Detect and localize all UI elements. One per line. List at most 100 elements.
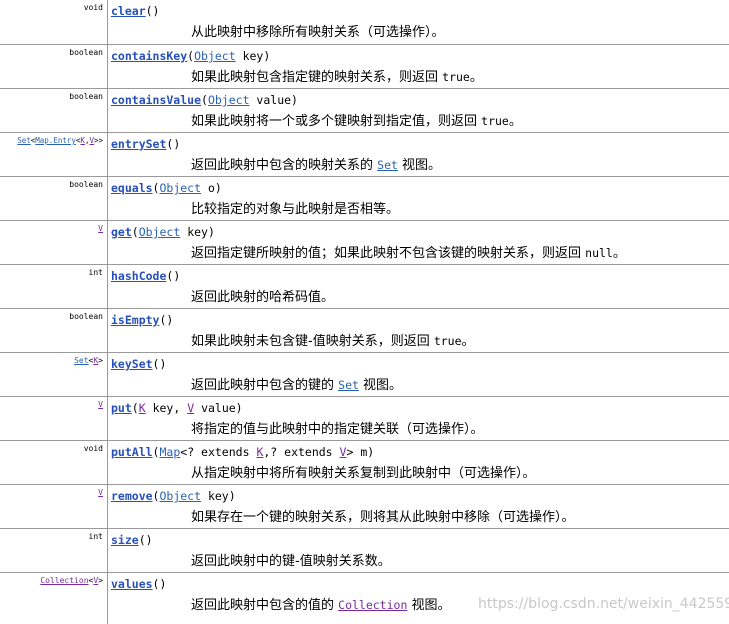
code-link-set[interactable]: Set (377, 158, 398, 172)
return-type: V (0, 221, 108, 264)
method-name-link[interactable]: size (111, 533, 139, 547)
param-type-link[interactable]: Object (159, 489, 201, 503)
type-text: >> (93, 136, 103, 145)
table-row: boolean isEmpty() 如果此映射未包含键-值映射关系，则返回 tr… (0, 309, 729, 353)
param-type-link[interactable]: Object (139, 225, 181, 239)
table-row: Set<Map.Entry<K,V>> entrySet() 返回此映射中包含的… (0, 133, 729, 177)
method-description: 返回指定键所映射的值；如果此映射不包含该键的映射关系，则返回 null。 (191, 242, 626, 261)
return-type: boolean (0, 89, 108, 132)
return-type: boolean (0, 309, 108, 352)
type-text: void (83, 444, 103, 453)
method-name-link[interactable]: equals (111, 181, 153, 195)
method-name-link[interactable]: get (111, 225, 132, 239)
type-text: > (98, 356, 103, 365)
return-type: void (0, 441, 108, 484)
code-literal: true (433, 334, 462, 348)
desc-text: 如果此映射包含指定键的映射关系，则返回 (191, 70, 443, 85)
return-type: V (0, 485, 108, 528)
code-link-collection[interactable]: Collection (338, 598, 407, 612)
method-signature: isEmpty() (111, 313, 173, 327)
param-type-link[interactable]: Object (208, 93, 250, 107)
table-row: V put(K key, V value) 将指定的值与此映射中的指定键关联（可… (0, 397, 729, 441)
type-text: int (88, 268, 103, 277)
type-link-collection[interactable]: Collection (40, 576, 88, 585)
return-type: Collection<V> (0, 573, 108, 624)
table-row: V remove(Object key) 如果存在一个键的映射关系，则将其从此映… (0, 485, 729, 529)
table-row: int hashCode() 返回此映射的哈希码值。 (0, 265, 729, 309)
method-signature: hashCode() (111, 269, 180, 283)
param-type-link-map[interactable]: Map (159, 445, 180, 459)
desc-text: 返回此映射中包含的映射关系的 (191, 158, 378, 173)
param-name: o) (201, 181, 222, 195)
method-name-link[interactable]: isEmpty (111, 313, 159, 327)
method-signature: put(K key, V value) (111, 401, 243, 415)
desc-text: 返回此映射中包含的值的 (191, 598, 339, 613)
table-row: boolean containsKey(Object key) 如果此映射包含指… (0, 45, 729, 89)
table-row: Set<K> keySet() 返回此映射中包含的键的 Set 视图。 (0, 353, 729, 397)
method-name-link[interactable]: containsValue (111, 93, 201, 107)
params: () (145, 4, 160, 18)
type-link-v[interactable]: V (98, 488, 103, 497)
method-description: 如果此映射未包含键-值映射关系，则返回 true。 (191, 330, 475, 349)
method-name-link[interactable]: entrySet (111, 137, 166, 151)
table-row: V get(Object key) 返回指定键所映射的值；如果此映射不包含该键的… (0, 221, 729, 265)
method-name-link[interactable]: put (111, 401, 132, 415)
table-row: int size() 返回此映射中的键-值映射关系数。 (0, 529, 729, 573)
desc-text: 返回此映射中包含的键的 (191, 378, 339, 393)
method-description: 返回此映射中包含的值的 Collection 视图。 (191, 594, 451, 613)
desc-end: 视图。 (407, 598, 451, 613)
method-name-link[interactable]: clear (111, 4, 146, 18)
type-link-map-entry[interactable]: Map.Entry (35, 136, 76, 145)
desc-end: 。 (461, 334, 475, 349)
param-name: key) (201, 489, 236, 503)
return-type: Set<Map.Entry<K,V>> (0, 133, 108, 176)
return-type: boolean (0, 45, 108, 88)
return-type: int (0, 265, 108, 308)
type-text: boolean (69, 92, 103, 101)
type-link-v[interactable]: V (98, 224, 103, 233)
method-signature: remove(Object key) (111, 489, 236, 503)
table-row: boolean equals(Object o) 比较指定的对象与此映射是否相等… (0, 177, 729, 221)
return-type: V (0, 397, 108, 440)
type-link-set[interactable]: Set (74, 356, 88, 365)
method-signature: clear() (111, 4, 159, 18)
method-name-link[interactable]: hashCode (111, 269, 166, 283)
desc-end: 视图。 (358, 378, 403, 393)
method-signature: containsValue(Object value) (111, 93, 298, 107)
method-signature: entrySet() (111, 137, 180, 151)
method-description: 如果此映射包含指定键的映射关系，则返回 true。 (191, 66, 483, 85)
method-name-link[interactable]: containsKey (111, 49, 187, 63)
watermark: https://blog.csdn.net/weixin_44255950 (478, 596, 729, 612)
param-name: value) (194, 401, 243, 415)
desc-text: 如果此映射未包含键-值映射关系，则返回 (191, 334, 434, 349)
method-name-link[interactable]: putAll (111, 445, 153, 459)
return-type: void (0, 0, 108, 44)
method-name-link[interactable]: keySet (111, 357, 153, 371)
param-name: > m) (346, 445, 375, 459)
method-description: 从指定映射中将所有映射关系复制到此映射中（可选操作）。 (191, 466, 536, 481)
desc-end: 视图。 (397, 158, 442, 173)
method-name-link[interactable]: remove (111, 489, 153, 503)
table-row: boolean containsValue(Object value) 如果此映… (0, 89, 729, 133)
param-type-link[interactable]: Object (159, 181, 201, 195)
params: () (152, 577, 167, 591)
params: () (138, 533, 153, 547)
method-signature: keySet() (111, 357, 166, 371)
table-row: void clear() 从此映射中移除所有映射关系（可选操作）。 (0, 0, 729, 45)
params: () (152, 357, 167, 371)
param-name: key) (180, 225, 215, 239)
param-type-link[interactable]: Object (194, 49, 236, 63)
params: () (159, 313, 174, 327)
desc-end: 。 (508, 114, 522, 129)
return-type: int (0, 529, 108, 572)
type-link-set[interactable]: Set (17, 136, 31, 145)
param-type-link-k[interactable]: K (139, 401, 146, 415)
method-description: 比较指定的对象与此映射是否相等。 (191, 202, 400, 217)
type-link-v[interactable]: V (98, 400, 103, 409)
code-link-set[interactable]: Set (338, 378, 359, 392)
method-signature: containsKey(Object key) (111, 49, 270, 63)
return-type: Set<K> (0, 353, 108, 396)
paren: ( (201, 93, 208, 107)
param-text: <? extends (180, 445, 257, 459)
method-name-link[interactable]: values (111, 577, 153, 591)
